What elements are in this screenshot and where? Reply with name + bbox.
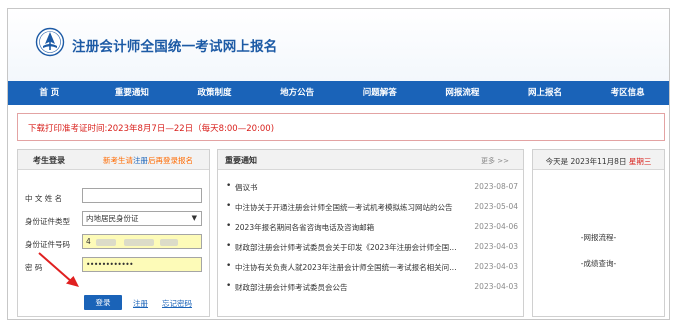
notices-title: 重要通知 (225, 156, 257, 165)
notice-link[interactable]: 财政部注册会计师考试委员会公告 (235, 282, 459, 293)
page-frame: 注册会计师全国统一考试网上报名 首 页 重要通知 政策制度 地方公告 问题解答 … (7, 8, 670, 320)
id-type-value: 内地居民身份证 (86, 214, 139, 223)
login-panel: 考生登录 新考生请注册后再登录报名 中 文 姓 名 身份证件类型 内地居民身份证… (17, 149, 210, 317)
notice-text[interactable]: 下载打印准考证时间:2023年8月7日—22日（每天8:00—20:00) (28, 122, 274, 134)
nav-exam-area-info[interactable]: 考区信息 (586, 81, 669, 105)
nav-policies[interactable]: 政策制度 (173, 81, 256, 105)
weekday: 星期三 (628, 157, 652, 166)
main-nav: 首 页 重要通知 政策制度 地方公告 问题解答 网报流程 网上报名 考区信息 (8, 81, 669, 105)
notice-date: 2023-05-04 (474, 202, 518, 211)
bullet-icon: • (226, 181, 232, 191)
nav-notices[interactable]: 重要通知 (91, 81, 174, 105)
red-arrow-annotation-icon (38, 252, 79, 287)
notice-link[interactable]: 倡议书 (235, 182, 459, 193)
notices-panel-header: 重要通知 更多 >> (218, 150, 523, 170)
login-title: 考生登录 (33, 156, 65, 165)
nav-faq[interactable]: 问题解答 (339, 81, 422, 105)
side-panel: 今天是 2023年11月8日 星期三 -网报流程- -成绩查询- (532, 149, 665, 317)
id-type-label: 身份证件类型 (25, 217, 70, 226)
admission-ticket-notice: 下载打印准考证时间:2023年8月7日—22日（每天8:00—20:00) (17, 113, 665, 141)
today-date: 今天是 2023年11月8日 星期三 (533, 156, 664, 167)
list-item: • 中注协有关负责人就2023年注册会计师全国统一考试报名相关问题答记者问 20… (224, 257, 518, 277)
redacted-block (159, 238, 178, 246)
side-panel-header: 今天是 2023年11月8日 星期三 (533, 150, 664, 170)
forgot-password-link[interactable]: 忘记密码 (162, 298, 192, 309)
more-link[interactable]: 更多 >> (481, 156, 509, 166)
redacted-block (123, 238, 154, 246)
notice-date: 2023-04-06 (474, 222, 518, 231)
login-panel-header: 考生登录 新考生请注册后再登录报名 (18, 150, 209, 170)
password-input[interactable]: •••••••••••• (82, 257, 202, 272)
chevron-down-icon: ▼ (191, 214, 197, 222)
nav-online-registration[interactable]: 网上报名 (504, 81, 587, 105)
notice-date: 2023-08-07 (474, 182, 518, 191)
id-type-select[interactable]: 内地居民身份证 ▼ (82, 211, 202, 226)
id-number-label: 身份证件号码 (25, 240, 70, 249)
register-hint: 新考生请注册后再登录报名 (103, 155, 193, 166)
list-item: • 倡议书 2023-08-07 (224, 177, 518, 197)
list-item: • 财政部注册会计师考试委员会公告 2023-04-03 (224, 277, 518, 297)
nav-home[interactable]: 首 页 (8, 81, 91, 105)
id-number-input[interactable]: 4 (82, 234, 202, 249)
site-title: 注册会计师全国统一考试网上报名 (72, 39, 278, 55)
notices-panel: 重要通知 更多 >> • 倡议书 2023-08-07 • 中注协关于开通注册会… (217, 149, 524, 317)
register-hint-link[interactable]: 注册 (133, 156, 148, 165)
notice-link[interactable]: 2023年报名期间各省咨询电话及咨询邮箱 (235, 222, 459, 233)
register-hint-suffix: 后再登录报名 (148, 156, 193, 165)
bullet-icon: • (226, 201, 232, 211)
notices-list: • 倡议书 2023-08-07 • 中注协关于开通注册会计师全国统一考试机考模… (224, 177, 518, 297)
list-item: • 财政部注册会计师考试委员会关于印发《2023年注册会计师全国统一考试报名简章… (224, 237, 518, 257)
register-link[interactable]: 注册 (133, 298, 148, 309)
site-header: 注册会计师全国统一考试网上报名 (8, 9, 669, 81)
login-button[interactable]: 登录 (84, 295, 122, 310)
nav-registration-process[interactable]: 网报流程 (421, 81, 504, 105)
nav-local-announcements[interactable]: 地方公告 (256, 81, 339, 105)
registration-process-link[interactable]: -网报流程- (533, 232, 664, 243)
register-hint-prefix: 新考生请 (103, 156, 133, 165)
notice-date: 2023-04-03 (474, 242, 518, 251)
notice-link[interactable]: 中注协关于开通注册会计师全国统一考试机考模拟练习网站的公告 (235, 202, 459, 213)
redacted-block (96, 238, 117, 246)
today-date-text: 今天是 2023年11月8日 (545, 157, 627, 166)
list-item: • 中注协关于开通注册会计师全国统一考试机考模拟练习网站的公告 2023-05-… (224, 197, 518, 217)
notice-link[interactable]: 中注协有关负责人就2023年注册会计师全国统一考试报名相关问题答记者问 (235, 262, 459, 273)
bullet-icon: • (226, 221, 232, 231)
notice-link[interactable]: 财政部注册会计师考试委员会关于印发《2023年注册会计师全国统一考试报名简章》的… (235, 242, 459, 253)
bullet-icon: • (226, 261, 232, 271)
name-input[interactable] (82, 188, 202, 203)
notice-date: 2023-04-03 (474, 262, 518, 271)
bullet-icon: • (226, 241, 232, 251)
id-number-visible: 4 (86, 237, 91, 246)
score-query-link[interactable]: -成绩查询- (533, 258, 664, 269)
list-item: • 2023年报名期间各省咨询电话及咨询邮箱 2023-04-06 (224, 217, 518, 237)
bullet-icon: • (226, 281, 232, 291)
name-label: 中 文 姓 名 (25, 194, 63, 203)
notice-date: 2023-04-03 (474, 282, 518, 291)
cicpa-logo-icon (35, 27, 65, 57)
